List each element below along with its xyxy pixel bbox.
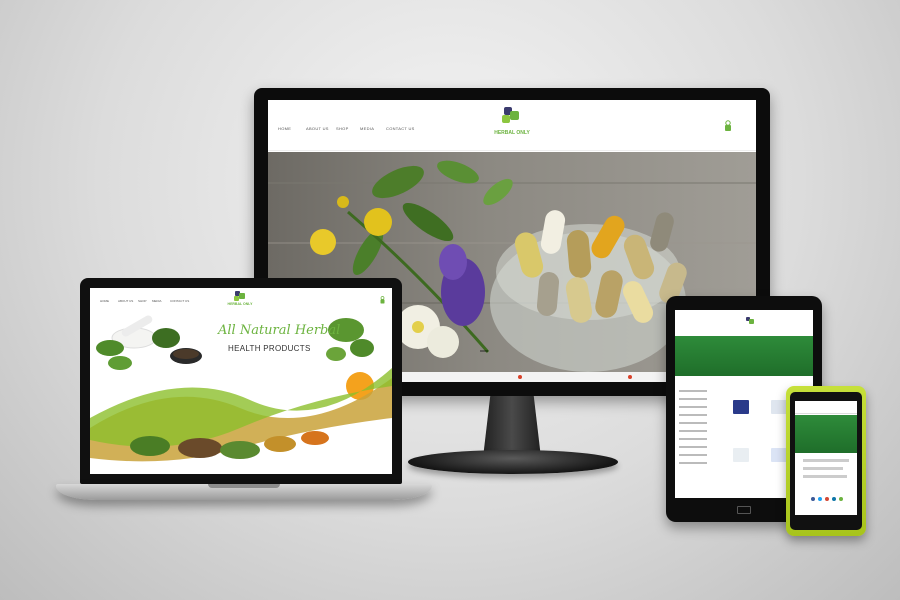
site-logo-text: HERBAL ONLY: [227, 302, 253, 306]
nav-item-about[interactable]: ABOUT US: [306, 126, 329, 131]
nav-item-contact[interactable]: CONTACT US: [170, 299, 189, 303]
nav-item-contact[interactable]: CONTACT US: [386, 126, 415, 131]
sidebar-item[interactable]: [679, 406, 707, 408]
hero-subheadline: HEALTH PRODUCTS: [228, 344, 311, 353]
product-thumbnail[interactable]: [771, 448, 787, 462]
mobile-banner: [795, 415, 857, 453]
slider-dot-active[interactable]: [518, 375, 522, 379]
product-thumbnail[interactable]: [733, 400, 749, 414]
nav-item-home[interactable]: HOME: [100, 299, 109, 303]
hero-caption: [480, 350, 488, 352]
mobile-text-line: [803, 475, 847, 478]
twitter-icon[interactable]: [818, 497, 822, 501]
sidebar-item[interactable]: [679, 422, 707, 424]
laptop-screen: HOME ABOUT US SHOP MEDIA CONTACT US HERB…: [90, 288, 392, 474]
share-icon[interactable]: [839, 497, 843, 501]
linkedin-icon[interactable]: [832, 497, 836, 501]
category-banner: [675, 336, 813, 376]
sidebar-item[interactable]: [679, 462, 707, 464]
sidebar-item[interactable]: [679, 454, 707, 456]
leaf-logo-icon[interactable]: [233, 290, 247, 302]
sidebar-item[interactable]: [679, 446, 707, 448]
sidebar-item[interactable]: [679, 414, 707, 416]
nav-item-media[interactable]: MEDIA: [360, 126, 374, 131]
monitor-stand-neck: [483, 396, 541, 454]
shopping-bag-icon[interactable]: [724, 120, 732, 132]
mobile-text-line: [803, 459, 849, 462]
monitor-site-header: HOME ABOUT US SHOP MEDIA CONTACT US HERB…: [268, 100, 756, 151]
nav-item-shop[interactable]: SHOP: [138, 299, 147, 303]
google-plus-icon[interactable]: [825, 497, 829, 501]
nav-item-shop[interactable]: SHOP: [336, 126, 349, 131]
facebook-icon[interactable]: [811, 497, 815, 501]
leaf-logo-icon[interactable]: [745, 316, 755, 326]
sidebar-item[interactable]: [679, 398, 707, 400]
hero-headline: All Natural Herbal: [218, 323, 341, 338]
mobile-header: [795, 401, 857, 414]
sidebar-item[interactable]: [679, 430, 707, 432]
sidebar-item[interactable]: [679, 438, 707, 440]
leaf-logo-icon[interactable]: [500, 104, 522, 126]
phone-screen: [795, 401, 857, 515]
product-thumbnail[interactable]: [733, 448, 749, 462]
nav-item-about[interactable]: ABOUT US: [118, 299, 133, 303]
slider-dot[interactable]: [628, 375, 632, 379]
laptop-open-notch: [208, 484, 280, 488]
shopping-bag-icon[interactable]: [380, 296, 385, 304]
sidebar-item[interactable]: [679, 390, 707, 392]
site-logo-text: HERBAL ONLY: [494, 130, 530, 136]
nav-item-home[interactable]: HOME: [278, 126, 291, 131]
monitor-stand-base: [408, 450, 618, 474]
product-thumbnail[interactable]: [771, 400, 787, 414]
mobile-text-line: [803, 467, 843, 470]
nav-item-media[interactable]: MEDIA: [152, 299, 162, 303]
tablet-home-button[interactable]: [737, 506, 751, 514]
